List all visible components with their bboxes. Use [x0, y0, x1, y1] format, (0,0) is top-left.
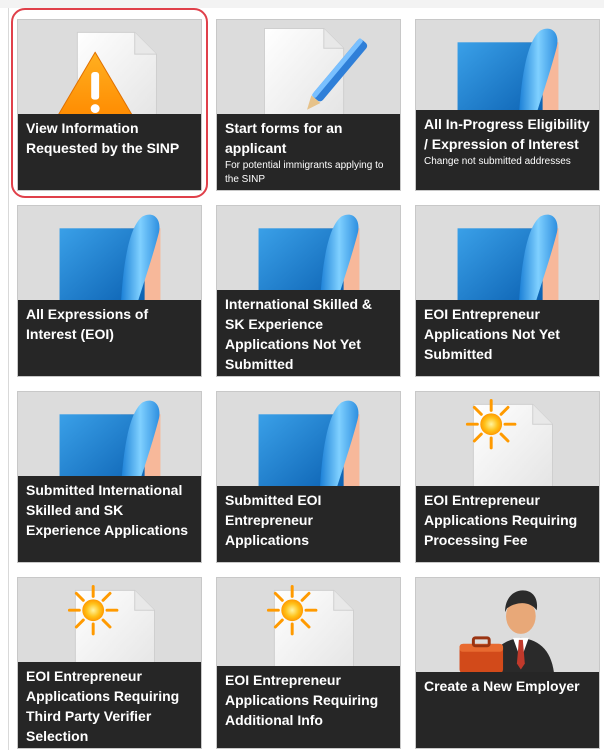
tile-caption: EOI Entrepreneur Applications Not Yet Su… — [416, 300, 599, 376]
tile-caption: Submitted International Skilled and SK E… — [18, 476, 201, 562]
folder-page-curl-icon — [59, 214, 161, 306]
tile-title: EOI Entrepreneur Applications Requiring … — [225, 672, 379, 728]
tile-subtitle: Change not submitted addresses — [424, 156, 571, 167]
tile-caption: EOI Entrepreneur Applications Requiring … — [18, 662, 201, 748]
tile-start-forms[interactable]: Start forms for an applicant For potenti… — [216, 19, 401, 191]
tile-intl-skilled-not-submitted[interactable]: International Skilled & SK Experience Ap… — [216, 205, 401, 377]
businessman-briefcase-icon — [459, 590, 555, 678]
tile-caption: EOI Entrepreneur Applications Requiring … — [416, 486, 599, 562]
sun-document-icon — [266, 584, 355, 678]
tile-create-employer[interactable]: Create a New Employer — [415, 577, 600, 749]
tile-caption: Start forms for an applicant For potenti… — [217, 114, 400, 190]
tile-eoi-third-party-verifier[interactable]: EOI Entrepreneur Applications Requiring … — [17, 577, 202, 749]
folder-page-curl-icon — [258, 400, 360, 492]
tile-title: All In-Progress Eligibility / Expression… — [424, 116, 590, 152]
tile-eoi-additional-info[interactable]: EOI Entrepreneur Applications Requiring … — [216, 577, 401, 749]
tile-title: All Expressions of Interest (EOI) — [26, 306, 149, 342]
tile-eoi-processing-fee[interactable]: EOI Entrepreneur Applications Requiring … — [415, 391, 600, 563]
tile-caption: International Skilled & SK Experience Ap… — [217, 290, 400, 376]
tile-title: Submitted International Skilled and SK E… — [26, 482, 189, 538]
tile-title: EOI Entrepreneur Applications Requiring … — [424, 492, 578, 548]
left-border — [8, 8, 9, 750]
tile-caption: All Expressions of Interest (EOI) — [18, 300, 201, 376]
tile-subtitle: For potential immigrants applying to the… — [225, 160, 384, 185]
tile-submitted-eoi-entrepreneur[interactable]: Submitted EOI Entrepreneur Applications — [216, 391, 401, 563]
tile-eoi-entrepreneur-not-submitted[interactable]: EOI Entrepreneur Applications Not Yet Su… — [415, 205, 600, 377]
tile-title: View Information Requested by the SINP — [26, 120, 180, 156]
tile-caption: All In-Progress Eligibility / Expression… — [416, 110, 599, 190]
folder-page-curl-icon — [457, 214, 559, 306]
tile-title: Start forms for an applicant — [225, 120, 343, 156]
tile-caption: EOI Entrepreneur Applications Requiring … — [217, 666, 400, 748]
tile-title: International Skilled & SK Experience Ap… — [225, 296, 373, 372]
sun-document-icon — [465, 398, 554, 492]
top-strip — [0, 0, 604, 8]
tile-title: Submitted EOI Entrepreneur Applications — [225, 492, 322, 548]
tile-title: Create a New Employer — [424, 678, 580, 694]
folder-page-curl-icon — [457, 28, 559, 120]
tile-view-information[interactable]: View Information Requested by the SINP — [17, 19, 202, 191]
tile-caption: Submitted EOI Entrepreneur Applications — [217, 486, 400, 562]
tile-in-progress[interactable]: All In-Progress Eligibility / Expression… — [415, 19, 600, 191]
warning-document-icon — [55, 31, 157, 120]
tile-caption: View Information Requested by the SINP — [18, 114, 201, 190]
tile-title: EOI Entrepreneur Applications Requiring … — [26, 668, 180, 744]
document-pen-icon — [263, 27, 368, 120]
tile-caption: Create a New Employer — [416, 672, 599, 748]
tile-submitted-intl-skilled[interactable]: Submitted International Skilled and SK E… — [17, 391, 202, 563]
tile-all-eoi[interactable]: All Expressions of Interest (EOI) — [17, 205, 202, 377]
tile-title: EOI Entrepreneur Applications Not Yet Su… — [424, 306, 560, 362]
